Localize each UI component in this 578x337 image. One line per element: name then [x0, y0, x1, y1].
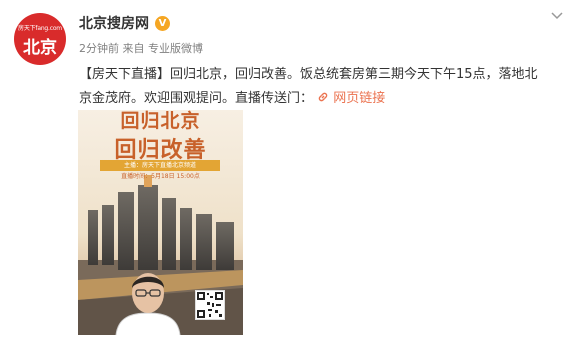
- post-content: 【房天下直播】回归北京，回归改善。饭总统套房第三期今天下午15点，落地北京金茂府…: [79, 63, 549, 111]
- host-portrait: [115, 273, 181, 335]
- link-icon: [318, 92, 328, 102]
- account-name-row: 北京搜房网 V: [79, 13, 170, 33]
- poster-title-line1: 回归北京: [120, 110, 201, 132]
- poster-banner: 主播：房天下直播北京频道: [100, 160, 220, 171]
- post-image-poster[interactable]: 回归北京 回归改善 主播：房天下直播北京频道 直播时间：5月18日 15:00点: [78, 110, 243, 335]
- post-text: 【房天下直播】回归北京，回归改善。饭总统套房第三期今天下午15点，落地北京金茂府…: [79, 67, 538, 106]
- chevron-down-icon[interactable]: [550, 10, 564, 20]
- avatar[interactable]: 房天下fang.com 北京: [14, 13, 66, 65]
- web-link[interactable]: 网页链接: [317, 91, 385, 106]
- web-link-label: 网页链接: [333, 91, 386, 106]
- avatar-brand-text: 房天下fang.com: [18, 24, 62, 32]
- post-source[interactable]: 专业版微博: [148, 42, 203, 55]
- post-time[interactable]: 2分钟前: [79, 42, 119, 55]
- avatar-city-text: 北京: [23, 37, 57, 58]
- post-meta: 2分钟前 来自 专业版微博: [79, 40, 203, 56]
- account-name[interactable]: 北京搜房网: [79, 13, 149, 33]
- poster-time-line: 直播时间：5月18日 15:00点: [121, 173, 200, 180]
- qr-code-icon: [195, 290, 225, 320]
- verified-badge-icon: V: [155, 15, 170, 31]
- source-prefix: 来自: [122, 42, 145, 55]
